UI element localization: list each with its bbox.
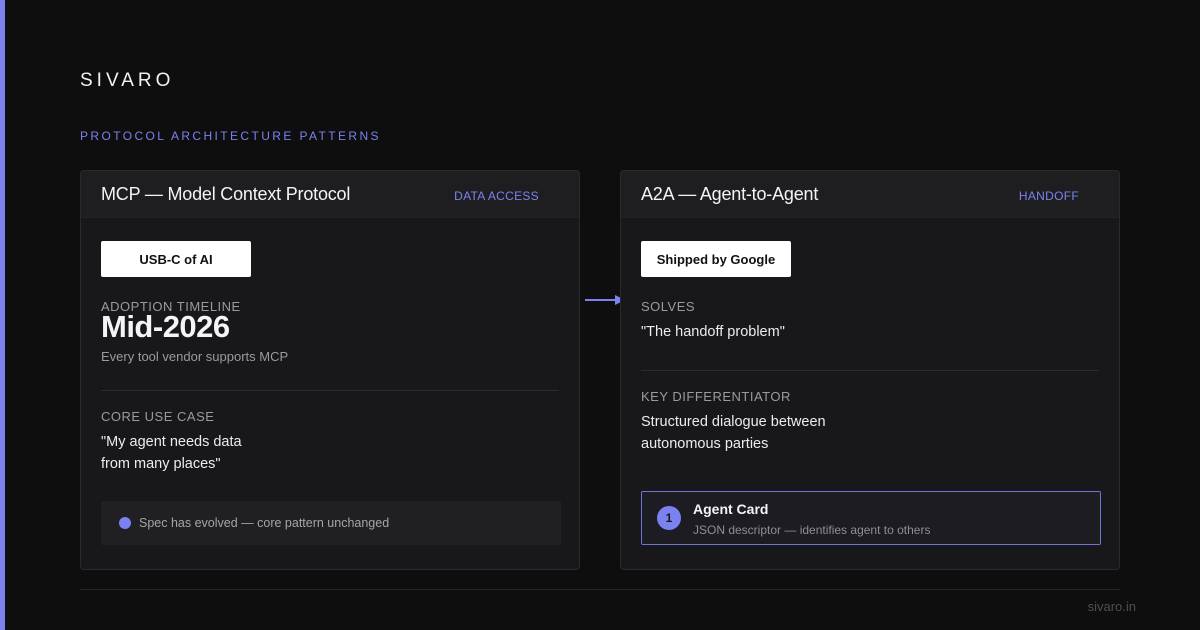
a2a-pill-badge: Shipped by Google bbox=[641, 241, 791, 277]
step-number-badge: 1 bbox=[657, 506, 681, 530]
agent-card-title: Agent Card bbox=[693, 501, 769, 517]
mcp-card-tag: DATA ACCESS bbox=[454, 188, 539, 203]
footer-divider bbox=[80, 589, 1120, 590]
key-differentiator-label: KEY DIFFERENTIATOR bbox=[641, 389, 791, 404]
differentiator-line: Structured dialogue between bbox=[641, 414, 826, 430]
mcp-card-header: MCP — Model Context Protocol DATA ACCESS bbox=[81, 171, 579, 218]
core-use-case-quote: "My agent needs data from many places" bbox=[101, 431, 242, 475]
use-case-line: from many places" bbox=[101, 456, 221, 472]
adoption-timeline-subtext: Every tool vendor supports MCP bbox=[101, 349, 289, 364]
a2a-card: A2A — Agent-to-Agent HANDOFF Shipped by … bbox=[620, 170, 1120, 570]
solves-value: "The handoff problem" bbox=[641, 324, 785, 340]
use-case-line: "My agent needs data bbox=[101, 434, 242, 450]
solves-label: SOLVES bbox=[641, 299, 696, 314]
mcp-pill-badge: USB-C of AI bbox=[101, 241, 251, 277]
mcp-card-title: MCP — Model Context Protocol bbox=[101, 183, 351, 204]
adoption-timeline-value: Mid-2026 bbox=[101, 309, 230, 344]
a2a-card-tag: HANDOFF bbox=[1018, 188, 1079, 203]
spec-note: Spec has evolved — core pattern unchange… bbox=[101, 501, 561, 545]
mcp-divider bbox=[101, 390, 559, 391]
footer-url: sivaro.in bbox=[1087, 599, 1136, 614]
a2a-card-header: A2A — Agent-to-Agent HANDOFF bbox=[621, 171, 1119, 218]
agent-card-description: JSON descriptor — identifies agent to ot… bbox=[693, 523, 931, 537]
status-dot-icon bbox=[119, 517, 131, 529]
differentiator-line: autonomous parties bbox=[641, 436, 769, 452]
section-label: PROTOCOL ARCHITECTURE PATTERNS bbox=[80, 129, 381, 143]
agent-card-item: 1 Agent Card JSON descriptor — identifie… bbox=[641, 491, 1101, 545]
key-differentiator-text: Structured dialogue between autonomous p… bbox=[641, 411, 826, 455]
a2a-card-title: A2A — Agent-to-Agent bbox=[641, 183, 819, 204]
accent-bar bbox=[0, 0, 5, 630]
a2a-divider bbox=[641, 370, 1099, 371]
mcp-card: MCP — Model Context Protocol DATA ACCESS… bbox=[80, 170, 580, 570]
brand-logo: SIVARO bbox=[80, 70, 175, 91]
spec-note-text: Spec has evolved — core pattern unchange… bbox=[139, 516, 390, 530]
core-use-case-label: CORE USE CASE bbox=[101, 409, 215, 424]
